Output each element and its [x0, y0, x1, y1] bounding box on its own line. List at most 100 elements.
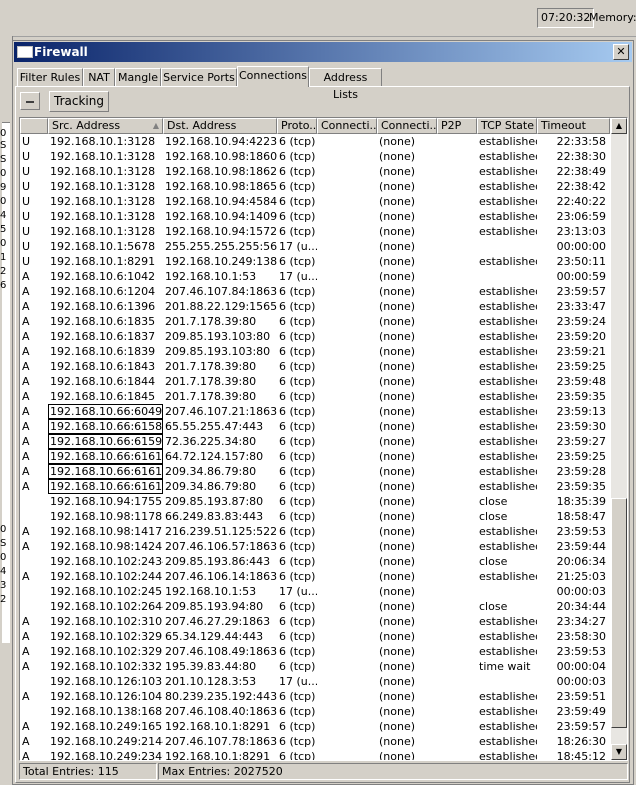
table-row[interactable]: 192.168.10.94:1755 209.85.193.87:80 6 (tcp… [20, 494, 610, 509]
tab-connections[interactable]: Connections [237, 66, 309, 87]
table-row[interactable]: U 192.168.10.1:3128 192.168.10.94:4584 6 (t… [20, 194, 610, 209]
table-row[interactable]: A 192.168.10.6:1844 201.7.178.39:80 6 (tcp)… [20, 374, 610, 389]
cell-connection-type: (none) [379, 405, 416, 418]
column-header-dst-address[interactable]: Dst. Address [163, 118, 277, 134]
table-row[interactable]: A 192.168.10.98:1424 207.46.106.57:1863 6 (… [20, 539, 610, 554]
cell-dst-address: 201.88.22.129:1565 [165, 300, 277, 313]
table-row[interactable]: A 192.168.10.249:2144 207.46.107.78:1863 6 … [20, 734, 610, 749]
tab-nat[interactable]: NAT [83, 68, 115, 86]
cell-dst-address: 209.34.86.79:80 [165, 480, 257, 493]
cell-tcp-state: established [479, 435, 537, 448]
tab-filter-rules[interactable]: Filter Rules [17, 68, 83, 86]
tab-service-ports[interactable]: Service Ports [161, 68, 237, 86]
table-row[interactable]: U 192.168.10.1:5678 255.255.255.255:567817… [20, 239, 610, 254]
cell-connection-mark [317, 314, 377, 329]
table-row[interactable]: 192.168.10.126:1031 201.10.128.3:53 17 (u.… [20, 674, 610, 689]
cell-flags: A [22, 270, 30, 283]
column-header-p2p[interactable]: P2P [437, 118, 477, 134]
column-header-label: Connecti... [381, 119, 437, 132]
table-row[interactable]: 192.168.10.98:1178 66.249.83.83:443 6 (tcp… [20, 509, 610, 524]
cell-dst-address: 209.85.193.86:443 [165, 555, 271, 568]
column-header-flags[interactable] [20, 118, 48, 134]
cell-timeout: 22:40:22 [556, 195, 606, 208]
table-row[interactable]: A 192.168.10.102:3327 195.39.83.44:80 6 (tc… [20, 659, 610, 674]
table-row[interactable]: A 192.168.10.66:61591 72.36.225.34:80 6 (tc… [20, 434, 610, 449]
cell-src-address: 192.168.10.94:1755 [50, 495, 163, 508]
cell-tcp-state: established [479, 420, 537, 433]
column-header-timeout[interactable]: Timeout [537, 118, 610, 134]
table-row[interactable]: U 192.168.10.1:3128 192.168.10.94:4223 6 (t… [20, 134, 610, 149]
cell-protocol: 6 (tcp) [279, 720, 316, 733]
table-row[interactable]: U 192.168.10.1:8291 192.168.10.249:1381 6 (… [20, 254, 610, 269]
table-row[interactable]: A 192.168.10.102:3298 207.46.108.49:1863 6 … [20, 644, 610, 659]
column-header-tcp-state[interactable]: TCP State [477, 118, 537, 134]
table-row[interactable]: U 192.168.10.1:3128 192.168.10.98:1865 6 (t… [20, 179, 610, 194]
vertical-scrollbar[interactable]: ▲ ▼ [611, 118, 627, 760]
column-header-connection-mark[interactable]: Connecti... [317, 118, 377, 134]
table-row[interactable]: A 192.168.10.102:3291 65.34.129.44:443 6 (t… [20, 629, 610, 644]
cell-flags: U [22, 195, 31, 208]
column-header-label: Dst. Address [167, 119, 237, 132]
table-row[interactable]: A 192.168.10.6:1845 201.7.178.39:80 6 (tcp)… [20, 389, 610, 404]
cell-timeout: 23:59:57 [556, 285, 606, 298]
column-header-label: Proto... [281, 119, 317, 132]
cell-timeout: 23:59:57 [556, 720, 606, 733]
column-header-src-address[interactable]: Src. Address ▲ [48, 118, 163, 134]
table-row[interactable]: A 192.168.10.66:61619 209.34.86.79:80 6 (tc… [20, 479, 610, 494]
cell-connection-mark [317, 134, 377, 149]
table-row[interactable]: 192.168.10.102:2644 209.85.193.94:80 6 (tc… [20, 599, 610, 614]
table-row[interactable]: A 192.168.10.126:1041 80.239.235.192:443 6 … [20, 689, 610, 704]
cell-flags: A [22, 735, 30, 748]
table-row[interactable]: A 192.168.10.249:1655 192.168.10.1:8291 6 (… [20, 719, 610, 734]
close-icon[interactable]: ✕ [613, 44, 629, 60]
cell-p2p [437, 554, 477, 569]
cell-tcp-state: close [479, 495, 508, 508]
cell-flags: A [22, 390, 30, 403]
table-row[interactable]: A 192.168.10.102:2447 207.46.106.14:1863 6 … [20, 569, 610, 584]
cell-src-address: 192.168.10.102:3298 [50, 645, 163, 658]
table-row[interactable]: A 192.168.10.6:1837 209.85.193.103:80 6 (tc… [20, 329, 610, 344]
scroll-down-icon[interactable]: ▼ [611, 744, 627, 760]
window-titlebar[interactable]: Firewall ✕ [14, 42, 632, 62]
column-header-connection-type[interactable]: Connecti... [377, 118, 437, 134]
scroll-thumb[interactable] [611, 498, 627, 728]
cell-timeout: 21:25:03 [556, 570, 606, 583]
tab-address-lists[interactable]: Address Lists [309, 68, 382, 101]
table-row[interactable]: 192.168.10.102:2455 192.168.10.1:53 17 (u.… [20, 584, 610, 599]
cell-tcp-state: established [479, 735, 537, 748]
table-row[interactable]: A 192.168.10.98:1417 216.239.51.125:5222 6 … [20, 524, 610, 539]
table-row[interactable]: A 192.168.10.66:61585 65.55.255.47:443 6 (t… [20, 419, 610, 434]
remove-button[interactable] [20, 92, 40, 110]
scroll-up-icon[interactable]: ▲ [611, 118, 627, 134]
table-row[interactable]: A 192.168.10.249:2346 192.168.10.1:8291 6 (… [20, 749, 610, 760]
cell-protocol: 6 (tcp) [279, 330, 316, 343]
table-row[interactable]: U 192.168.10.1:3128 192.168.10.94:1409 6 (t… [20, 209, 610, 224]
table-row[interactable]: A 192.168.10.66:60499 207.46.107.21:1863 6 … [20, 404, 610, 419]
cell-connection-mark [317, 689, 377, 704]
table-row[interactable]: A 192.168.10.66:61617 209.34.86.79:80 6 (tc… [20, 464, 610, 479]
table-row[interactable]: U 192.168.10.1:3128 192.168.10.98:1862 6 (t… [20, 164, 610, 179]
cell-protocol: 6 (tcp) [279, 420, 316, 433]
table-row[interactable]: A 192.168.10.6:1042 192.168.10.1:53 17 (u..… [20, 269, 610, 284]
cell-connection-type: (none) [379, 330, 416, 343]
table-row[interactable]: A 192.168.10.6:1204 207.46.107.84:1863 6 (t… [20, 284, 610, 299]
table-row[interactable]: 192.168.10.102:2434 209.85.193.86:443 6 (t… [20, 554, 610, 569]
table-row[interactable]: A 192.168.10.102:3102 207.46.27.29:1863 6 (… [20, 614, 610, 629]
table-row[interactable]: U 192.168.10.1:3128 192.168.10.98:1860 6 (t… [20, 149, 610, 164]
column-header-protocol[interactable]: Proto... [277, 118, 317, 134]
table-row[interactable]: A 192.168.10.6:1839 209.85.193.103:80 6 (tc… [20, 344, 610, 359]
table-row[interactable]: A 192.168.10.6:1396 201.88.22.129:1565 6 (t… [20, 299, 610, 314]
cell-protocol: 17 (u... [279, 240, 317, 253]
table-row[interactable]: A 192.168.10.66:61613 64.72.124.157:80 6 (t… [20, 449, 610, 464]
table-row[interactable]: 192.168.10.138:1686 207.46.108.40:1863 6 (… [20, 704, 610, 719]
tracking-button[interactable]: Tracking [49, 91, 109, 112]
cell-protocol: 6 (tcp) [279, 435, 316, 448]
table-row[interactable]: A 192.168.10.6:1835 201.7.178.39:80 6 (tcp)… [20, 314, 610, 329]
background-text: 0 [0, 168, 7, 179]
table-row[interactable]: A 192.168.10.6:1843 201.7.178.39:80 6 (tcp)… [20, 359, 610, 374]
cell-src-address: 192.168.10.249:2346 [50, 750, 163, 760]
tab-mangle[interactable]: Mangle [115, 68, 161, 86]
table-row[interactable]: U 192.168.10.1:3128 192.168.10.94:1572 6 (t… [20, 224, 610, 239]
cell-flags [20, 599, 48, 614]
cell-src-address: 192.168.10.6:1835 [50, 315, 156, 328]
